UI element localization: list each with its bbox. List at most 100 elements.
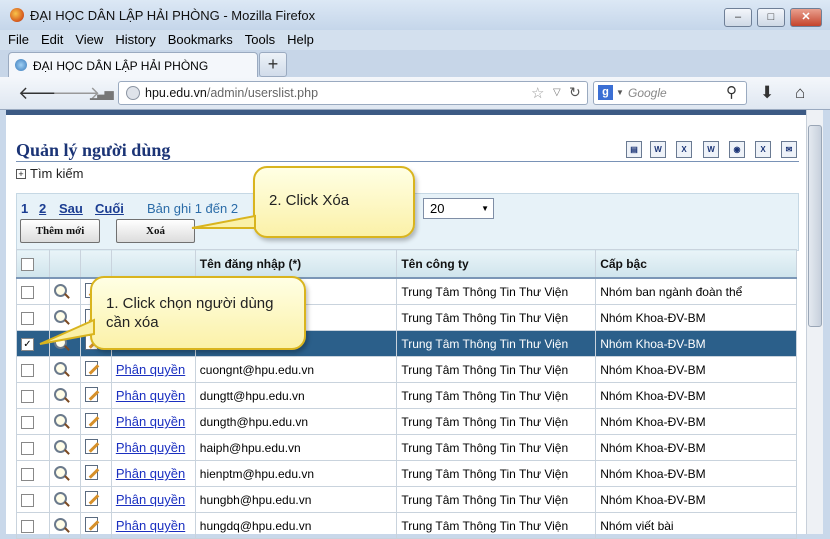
permission-cell[interactable]: Phân quyền	[110, 434, 196, 461]
permission-cell[interactable]: Phân quyền	[110, 512, 196, 539]
view-cell[interactable]	[48, 408, 81, 435]
header-company[interactable]: Tên công ty	[396, 249, 597, 279]
word2-icon[interactable]: W	[703, 141, 719, 158]
engine-dropdown-icon[interactable]: ▼	[616, 88, 624, 97]
select-all-checkbox[interactable]	[21, 257, 34, 271]
search-icon[interactable]: ⚲	[726, 83, 737, 101]
table-row[interactable]: Phân quyền dungth@hpu.edu.vn Trung Tâm Thô…	[16, 408, 797, 435]
table-row[interactable]: Phân quyền haiph@hpu.edu.vn Trung Tâm Thôn…	[16, 434, 797, 461]
row-select-cell[interactable]	[16, 382, 50, 409]
view-cell[interactable]	[48, 277, 81, 305]
permission-link[interactable]: Phân quyền	[116, 414, 185, 429]
menu-help[interactable]: Help	[281, 30, 320, 47]
edit-icon[interactable]	[84, 386, 98, 402]
view-details-icon[interactable]	[53, 491, 67, 505]
permission-cell[interactable]: Phân quyền	[110, 460, 196, 487]
header-login[interactable]: Tên đăng nhập (*)	[194, 249, 398, 279]
edit-icon[interactable]	[84, 412, 98, 428]
row-checkbox[interactable]	[21, 285, 34, 299]
new-tab-button[interactable]: +	[259, 52, 287, 77]
table-row[interactable]: Phân quyền hungdq@hpu.edu.vn Trung Tâm Thô…	[16, 512, 797, 539]
last-page-link[interactable]: Cuối	[95, 201, 124, 216]
edit-icon[interactable]	[84, 516, 98, 532]
search-toggle[interactable]: + Tìm kiếm	[16, 166, 83, 181]
permission-cell[interactable]: Phân quyền	[110, 382, 196, 409]
row-checkbox[interactable]	[21, 363, 34, 377]
row-select-cell[interactable]	[16, 434, 50, 461]
table-row[interactable]: Phân quyền hungbh@hpu.edu.vn Trung Tâm Thô…	[16, 486, 797, 513]
row-checkbox[interactable]	[21, 493, 34, 507]
row-checkbox[interactable]	[21, 467, 34, 481]
row-checkbox[interactable]	[21, 311, 34, 325]
edit-icon[interactable]	[84, 490, 98, 506]
delete-button[interactable]: Xoá	[116, 219, 195, 243]
reload-icon[interactable]: ↻	[569, 84, 581, 101]
row-checkbox[interactable]	[21, 389, 34, 403]
view-details-icon[interactable]	[53, 413, 67, 427]
word-icon[interactable]: W	[650, 141, 666, 158]
edit-cell[interactable]	[79, 382, 112, 409]
close-button[interactable]: ✕	[790, 8, 822, 27]
menu-view[interactable]: View	[69, 30, 109, 47]
select-all-cell[interactable]	[16, 249, 50, 279]
view-details-icon[interactable]	[53, 439, 67, 453]
view-details-icon[interactable]	[53, 387, 67, 401]
permission-cell[interactable]: Phân quyền	[110, 486, 196, 513]
history-dropdown-icon[interactable]: ▽	[553, 87, 561, 98]
row-select-cell[interactable]	[16, 277, 50, 305]
home-icon[interactable]: ⌂	[795, 83, 805, 103]
google-icon[interactable]: g	[598, 85, 613, 100]
search-box[interactable]: g ▼ Google ⚲	[593, 81, 747, 105]
scrollbar-thumb[interactable]	[808, 125, 822, 327]
menu-edit[interactable]: Edit	[35, 30, 69, 47]
site-identity-icon[interactable]	[126, 86, 140, 100]
menu-bookmarks[interactable]: Bookmarks	[162, 30, 239, 47]
row-select-cell[interactable]	[16, 408, 50, 435]
view-cell[interactable]	[48, 460, 81, 487]
xml-icon[interactable]: X	[755, 141, 771, 158]
permission-link[interactable]: Phân quyền	[116, 362, 185, 377]
permission-link[interactable]: Phân quyền	[116, 466, 185, 481]
minimize-button[interactable]: –	[724, 8, 752, 27]
view-cell[interactable]	[48, 382, 81, 409]
row-checkbox[interactable]	[21, 519, 34, 533]
view-details-icon[interactable]	[53, 283, 67, 297]
view-cell[interactable]	[48, 486, 81, 513]
edit-icon[interactable]	[84, 464, 98, 480]
page-2-link[interactable]: 2	[39, 201, 46, 216]
browser-tab[interactable]: ĐẠI HỌC DÂN LẬP HẢI PHÒNG	[8, 52, 258, 78]
table-row[interactable]: Phân quyền dungtt@hpu.edu.vn Trung Tâm Thô…	[16, 382, 797, 409]
table-row[interactable]: Phân quyền hienptm@hpu.edu.vn Trung Tâm Th…	[16, 460, 797, 487]
view-cell[interactable]	[48, 356, 81, 383]
row-checkbox[interactable]	[21, 415, 34, 429]
header-rank[interactable]: Cấp bậc	[595, 249, 797, 279]
permission-link[interactable]: Phân quyền	[116, 440, 185, 455]
add-new-button[interactable]: Thêm mới	[20, 219, 100, 243]
row-select-cell[interactable]	[16, 486, 50, 513]
permission-link[interactable]: Phân quyền	[116, 518, 185, 533]
edit-cell[interactable]	[79, 408, 112, 435]
next-page-link[interactable]: Sau	[59, 201, 83, 216]
permission-link[interactable]: Phân quyền	[116, 492, 185, 507]
html-icon[interactable]: ◉	[729, 141, 745, 158]
view-details-icon[interactable]	[53, 361, 67, 375]
row-select-cell[interactable]	[16, 512, 50, 539]
table-row[interactable]: Phân quyền cuongnt@hpu.edu.vn Trung Tâm Th…	[16, 356, 797, 383]
maximize-button[interactable]: □	[757, 8, 785, 27]
edit-icon[interactable]	[84, 360, 98, 376]
bookmark-star-icon[interactable]: ☆	[531, 84, 544, 102]
view-details-icon[interactable]	[53, 517, 67, 531]
permission-link[interactable]: Phân quyền	[116, 388, 185, 403]
excel-icon[interactable]: X	[676, 141, 692, 158]
email-icon[interactable]: ✉	[781, 141, 797, 158]
menu-history[interactable]: History	[109, 30, 161, 47]
view-cell[interactable]	[48, 512, 81, 539]
download-icon[interactable]: ⬇	[760, 83, 774, 103]
menu-file[interactable]: File	[0, 30, 35, 47]
permission-cell[interactable]: Phân quyền	[110, 408, 196, 435]
row-select-cell[interactable]	[16, 460, 50, 487]
edit-cell[interactable]	[79, 486, 112, 513]
edit-cell[interactable]	[79, 434, 112, 461]
address-bar[interactable]: hpu.edu.vn/admin/userslist.php ☆ ▽ ↻	[118, 81, 588, 105]
edit-cell[interactable]	[79, 460, 112, 487]
